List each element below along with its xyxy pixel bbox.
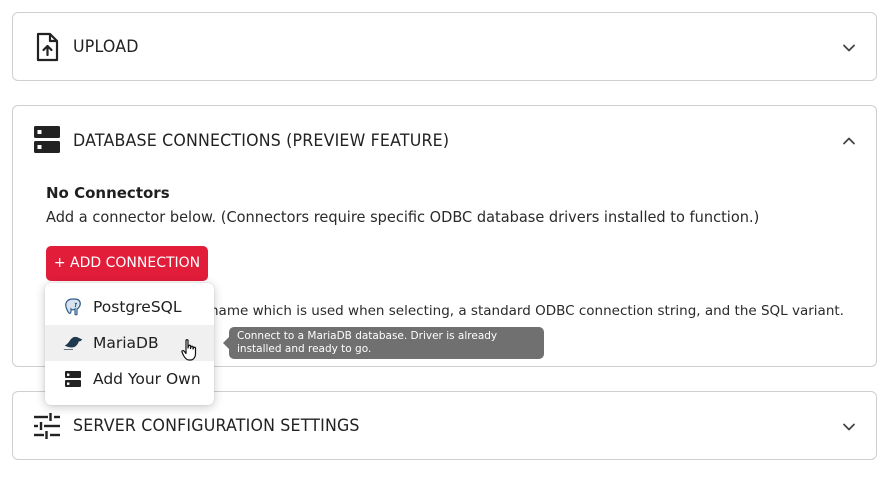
menu-item-label: Add Your Own xyxy=(93,370,201,388)
mariadb-tooltip: Connect to a MariaDB database. Driver is… xyxy=(223,327,544,359)
chevron-down-icon[interactable] xyxy=(842,419,856,433)
menu-item-label: MariaDB xyxy=(93,334,159,352)
no-connectors-heading: No Connectors xyxy=(46,184,170,202)
upload-panel: UPLOAD xyxy=(12,12,877,81)
connection-hint-text: name which is used when selecting, a sta… xyxy=(210,303,844,319)
database-connections-header[interactable]: DATABASE CONNECTIONS (PREVIEW FEATURE) xyxy=(13,106,876,174)
chevron-up-icon[interactable] xyxy=(842,133,856,147)
postgresql-icon xyxy=(63,297,83,317)
add-connection-button[interactable]: + ADD CONNECTION xyxy=(46,246,208,281)
connectors-description: Add a connector below. (Connectors requi… xyxy=(46,208,760,226)
chevron-down-icon[interactable] xyxy=(842,40,856,54)
database-connections-title: DATABASE CONNECTIONS (PREVIEW FEATURE) xyxy=(73,131,450,151)
server-configuration-title: SERVER CONFIGURATION SETTINGS xyxy=(73,416,360,436)
menu-item-add-your-own[interactable]: Add Your Own xyxy=(45,361,214,397)
menu-item-label: PostgreSQL xyxy=(93,298,182,316)
menu-item-postgresql[interactable]: PostgreSQL xyxy=(45,289,214,325)
file-upload-icon xyxy=(33,31,61,63)
mariadb-icon xyxy=(63,333,83,353)
tune-sliders-icon xyxy=(33,410,61,442)
database-server-icon xyxy=(33,124,61,156)
upload-panel-header[interactable]: UPLOAD xyxy=(13,13,876,81)
hand-cursor-icon xyxy=(180,338,200,362)
upload-panel-title: UPLOAD xyxy=(73,37,139,57)
database-server-icon xyxy=(63,369,83,389)
